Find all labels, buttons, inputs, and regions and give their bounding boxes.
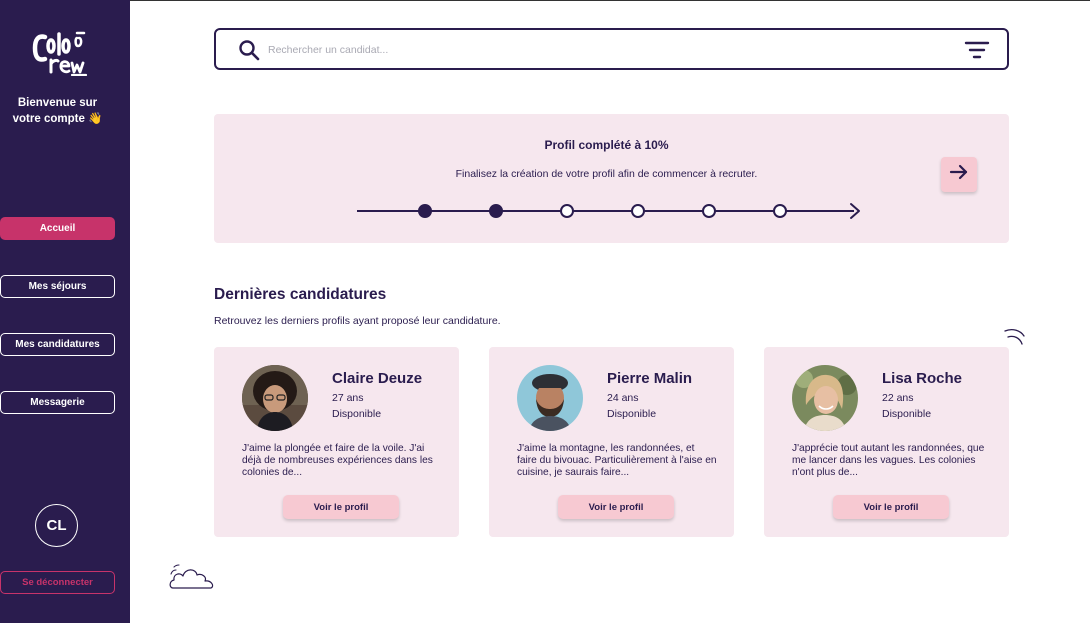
progress-step-done	[418, 204, 432, 218]
profile-progress-card: Profil complété à 10% Finalisez la créat…	[214, 114, 1009, 243]
search-icon[interactable]	[237, 38, 261, 62]
logout-button[interactable]: Se déconnecter	[0, 571, 115, 594]
progress-stepper	[357, 203, 860, 219]
progress-step-pending	[560, 204, 574, 218]
sidebar-item-mes-candidatures[interactable]: Mes candidatures	[0, 333, 115, 356]
candidate-photo	[792, 365, 858, 431]
progress-step-pending	[631, 204, 645, 218]
applications-subtitle: Retrouvez les derniers profils ayant pro…	[214, 315, 501, 327]
sidebar-item-accueil[interactable]: Accueil	[0, 217, 115, 240]
view-profile-button[interactable]: Voir le profil	[833, 495, 949, 519]
candidate-status: Disponible	[607, 408, 657, 420]
candidate-card: Claire Deuze 27 ans Disponible J'aime la…	[214, 347, 459, 537]
candidate-name: Lisa Roche	[882, 370, 963, 387]
progress-next-button[interactable]	[941, 157, 977, 192]
candidate-name: Claire Deuze	[332, 370, 423, 387]
candidate-bio: J'apprécie tout autant les randonnées, q…	[792, 443, 985, 478]
candidate-age: 27 ans	[332, 392, 364, 404]
search-bar	[214, 28, 1009, 70]
welcome-line-1: Bienvenue sur	[17, 97, 98, 109]
progress-step-pending	[702, 204, 716, 218]
progress-subtitle: Finalisez la création de votre profil af…	[455, 168, 758, 180]
candidate-card: Lisa Roche 22 ans Disponible J'apprécie …	[764, 347, 1009, 537]
candidate-photo	[242, 365, 308, 431]
candidate-name: Pierre Malin	[607, 370, 693, 387]
candidate-card: Pierre Malin 24 ans Disponible J'aime la…	[489, 347, 734, 537]
welcome-message: Bienvenue sur votre compte 👋	[0, 95, 115, 127]
candidate-photo	[517, 365, 583, 431]
view-profile-button[interactable]: Voir le profil	[558, 495, 674, 519]
candidate-status: Disponible	[882, 408, 932, 420]
candidate-bio: J'aime la plongée et faire de la voile. …	[242, 443, 433, 478]
candidate-status: Disponible	[332, 408, 382, 420]
progress-step-done	[489, 204, 503, 218]
sidebar: Bienvenue sur votre compte 👋 Accueil Mes…	[0, 0, 130, 623]
arrow-right-icon	[949, 164, 969, 185]
decorative-cloud-icon	[169, 564, 214, 589]
candidate-bio: J'aime la montagne, les randonnées, et f…	[517, 443, 717, 478]
filter-icon[interactable]	[964, 40, 990, 60]
sidebar-item-mes-sejours[interactable]: Mes séjours	[0, 275, 115, 298]
progress-title: Profil complété à 10%	[544, 138, 669, 152]
colo-crew-logo[interactable]	[32, 30, 88, 77]
top-border	[0, 0, 1090, 1]
progress-step-pending	[773, 204, 787, 218]
applications-title: Dernières candidatures	[214, 286, 387, 303]
welcome-line-2: votre compte 👋	[12, 113, 103, 125]
user-avatar[interactable]: CL	[35, 504, 78, 547]
sidebar-item-messagerie[interactable]: Messagerie	[0, 391, 115, 414]
search-input[interactable]	[268, 40, 928, 60]
view-profile-button[interactable]: Voir le profil	[283, 495, 399, 519]
candidate-age: 24 ans	[607, 392, 639, 404]
candidate-age: 22 ans	[882, 392, 914, 404]
